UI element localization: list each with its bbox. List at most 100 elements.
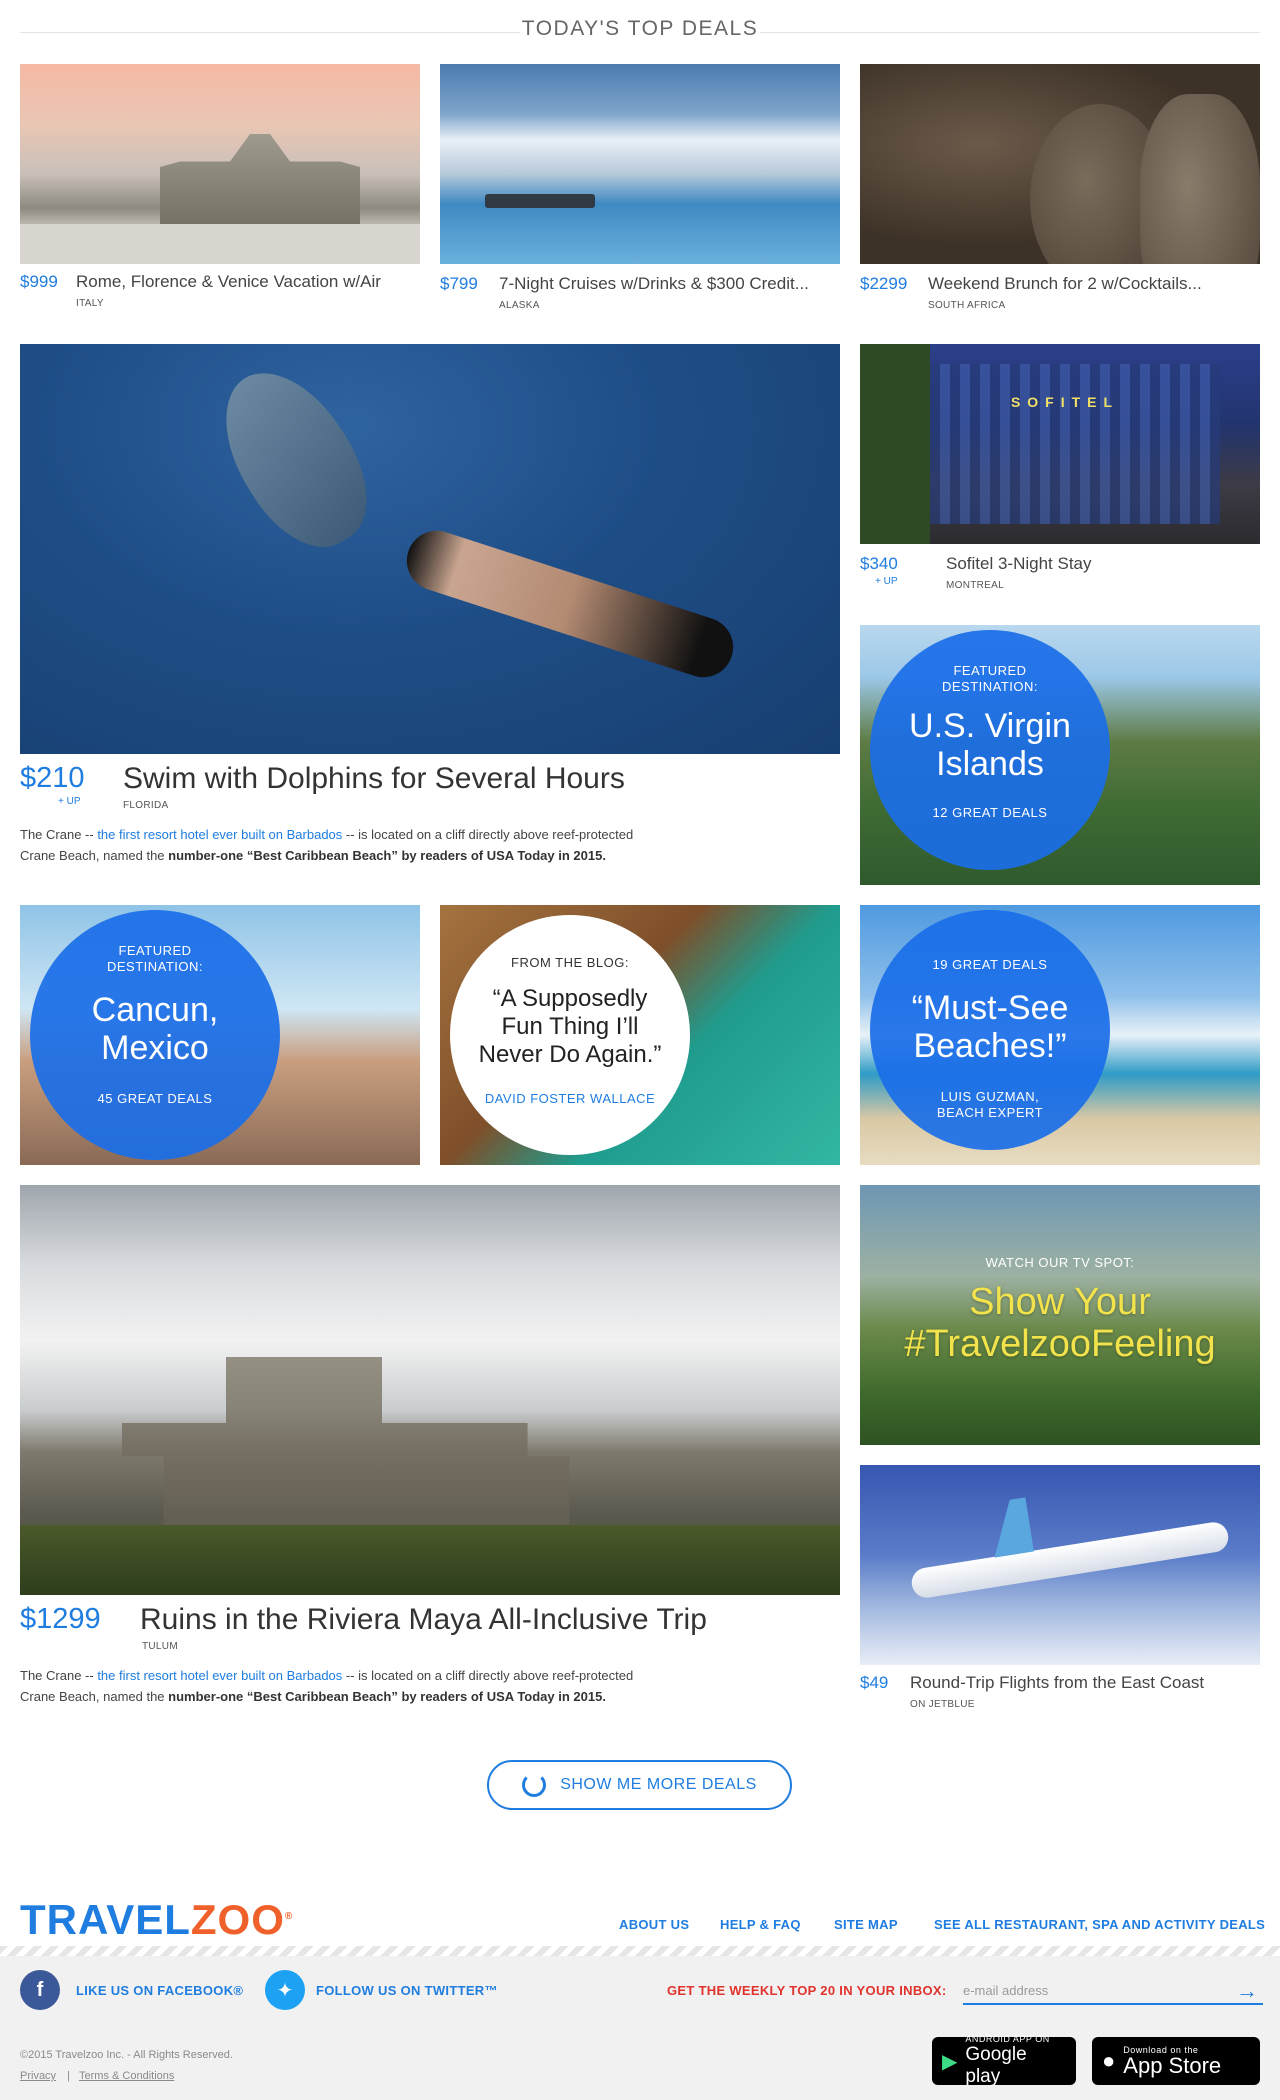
deal-card-ruins[interactable]: $1299 Ruins in the Riviera Maya All-Incl… — [20, 1185, 840, 1715]
blog-label: FROM THE BLOG: — [511, 955, 629, 970]
deal-card-brunch[interactable]: $2299 Weekend Brunch for 2 w/Cocktails..… — [860, 64, 1260, 314]
section-heading: TODAY'S TOP DEALS — [20, 12, 1260, 52]
featured-label: FEATURED — [118, 943, 192, 958]
deal-image-jetblue[interactable] — [860, 1465, 1260, 1665]
beaches-title: Beaches!” — [913, 1027, 1067, 1065]
deal-location: ITALY — [76, 298, 104, 309]
deal-price-suffix: + UP — [875, 576, 898, 587]
submit-arrow-icon[interactable]: → — [1236, 1978, 1258, 2004]
deal-location: FLORIDA — [123, 800, 169, 811]
beaches-feature[interactable]: 19 GREAT DEALS “Must-See Beaches!” LUIS … — [860, 905, 1260, 1165]
blog-author[interactable]: DAVID FOSTER WALLACE — [450, 1091, 690, 1106]
deal-title[interactable]: Rome, Florence & Venice Vacation w/Air — [76, 272, 381, 292]
featured-name: Cancun, — [91, 991, 219, 1029]
deal-price: $210 — [20, 762, 85, 794]
tv-label: WATCH OUR TV SPOT: — [985, 1255, 1135, 1270]
deal-location: ON JETBLUE — [910, 1699, 975, 1710]
footer-link-about[interactable]: ABOUT US — [619, 1917, 689, 1932]
deal-price: $340 — [860, 554, 898, 573]
google-play-badge[interactable]: ▶ ANDROID APP ON Google play — [932, 2034, 1076, 2087]
twitter-icon[interactable]: ✦ — [265, 1970, 305, 2010]
deal-location: MONTREAL — [946, 580, 1004, 591]
blog-feature[interactable]: FROM THE BLOG: “A Supposedly Fun Thing I… — [440, 905, 840, 1165]
deal-card-alaska[interactable]: $799 7-Night Cruises w/Drinks & $300 Cre… — [440, 64, 840, 314]
copyright-text: ©2015 Travelzoo Inc. - All Rights Reserv… — [20, 2049, 233, 2061]
deal-image-dolphins[interactable] — [20, 344, 840, 754]
desc-link[interactable]: the first resort hotel ever built on Bar… — [97, 827, 342, 842]
deal-card-jetblue[interactable]: $49 Round-Trip Flights from the East Coa… — [860, 1465, 1260, 1725]
desc-text: -- is located on a cliff directly above … — [342, 827, 634, 842]
facebook-icon[interactable]: f — [20, 1970, 60, 2010]
tv-spot-feature[interactable]: WATCH OUR TV SPOT: Show Your #TravelzooF… — [860, 1185, 1260, 1445]
desc-text: -- is located on a cliff directly above … — [342, 1668, 634, 1683]
featured-destination-virgin-islands[interactable]: FEATURED DESTINATION: U.S. Virgin Island… — [860, 625, 1260, 885]
footer-link-all-deals[interactable]: SEE ALL RESTAURANT, SPA AND ACTIVITY DEA… — [934, 1917, 1265, 1932]
twitter-link[interactable]: FOLLOW US ON TWITTER™ — [316, 1983, 498, 1998]
blog-quote: Never Do Again.” — [478, 1041, 662, 1068]
logo-zoo: ZOO — [190, 1896, 285, 1943]
deal-title[interactable]: Weekend Brunch for 2 w/Cocktails... — [928, 274, 1202, 294]
logo-registered-mark: ® — [284, 1911, 294, 1922]
google-play-icon: ▶ — [942, 2050, 958, 2073]
show-more-deals-button[interactable]: SHOW ME MORE DEALS — [487, 1760, 792, 1810]
travelzoo-logo[interactable]: TRAVELZOO® — [20, 1896, 293, 1944]
desc-text: Crane Beach, named the — [20, 848, 169, 863]
deal-title[interactable]: Swim with Dolphins for Several Hours — [123, 762, 625, 796]
facebook-link[interactable]: LIKE US ON FACEBOOK® — [76, 1983, 243, 1998]
page-title: TODAY'S TOP DEALS — [521, 17, 759, 40]
deal-image-sofitel[interactable]: SOFITEL — [860, 344, 1260, 544]
deal-title[interactable]: 7-Night Cruises w/Drinks & $300 Credit..… — [499, 274, 809, 294]
featured-label: DESTINATION: — [106, 959, 204, 974]
legal-separator: | — [67, 2070, 70, 2082]
deal-image-ruins[interactable] — [20, 1185, 840, 1595]
refresh-icon — [522, 1773, 547, 1797]
blog-circle: FROM THE BLOG: “A Supposedly Fun Thing I… — [450, 915, 690, 1155]
featured-label: FEATURED — [953, 663, 1027, 678]
beaches-circle: 19 GREAT DEALS “Must-See Beaches!” LUIS … — [870, 910, 1110, 1150]
footer-link-sitemap[interactable]: SITE MAP — [834, 1917, 898, 1932]
google-badge-big: Google play — [965, 2044, 1027, 2087]
tv-title: Show Your — [969, 1281, 1151, 1323]
featured-destination-cancun[interactable]: FEATURED DESTINATION: Cancun, Mexico 45 … — [20, 905, 420, 1165]
email-field[interactable] — [963, 1977, 1263, 2005]
terms-link[interactable]: Terms & Conditions — [79, 2070, 174, 2082]
featured-name: Islands — [936, 745, 1044, 783]
beaches-title: “Must-See — [911, 989, 1069, 1027]
beaches-count: 19 GREAT DEALS — [932, 957, 1048, 972]
hotel-sign: SOFITEL — [1010, 394, 1120, 410]
deal-title[interactable]: Round-Trip Flights from the East Coast — [910, 1673, 1204, 1693]
deal-title[interactable]: Sofitel 3-Night Stay — [946, 554, 1092, 574]
deal-card-rome[interactable]: $999 Rome, Florence & Venice Vacation w/… — [20, 64, 420, 314]
deal-description: The Crane -- the first resort hotel ever… — [20, 1665, 780, 1707]
featured-count: 45 GREAT DEALS — [97, 1091, 213, 1106]
beaches-author: LUIS GUZMAN, — [940, 1089, 1040, 1104]
desc-text: Crane Beach, named the — [20, 1689, 169, 1704]
featured-circle: FEATURED DESTINATION: U.S. Virgin Island… — [870, 630, 1110, 870]
divider — [760, 32, 1260, 33]
apple-badge-big: App Store — [1123, 2053, 1222, 2078]
diver-shape — [399, 522, 741, 686]
deal-price: $2299 — [860, 274, 908, 293]
google-badge-small: ANDROID APP ON — [965, 2034, 1050, 2044]
logo-travel: TRAVEL — [20, 1896, 191, 1943]
plane-tail-shape — [986, 1497, 1034, 1558]
featured-name: Mexico — [101, 1029, 209, 1067]
deal-title[interactable]: Ruins in the Riviera Maya All-Inclusive … — [140, 1603, 707, 1637]
deal-description: The Crane -- the first resort hotel ever… — [20, 824, 780, 866]
footer-link-help[interactable]: HELP & FAQ — [720, 1917, 801, 1932]
deal-card-dolphins[interactable]: $210 + UP Swim with Dolphins for Several… — [20, 344, 840, 874]
deal-location: TULUM — [142, 1641, 178, 1652]
featured-count: 12 GREAT DEALS — [932, 805, 1048, 820]
deal-price: $999 — [20, 272, 58, 291]
privacy-link[interactable]: Privacy — [20, 2070, 56, 2082]
deal-image-alaska[interactable] — [440, 64, 840, 264]
deal-card-sofitel[interactable]: SOFITEL $340 + UP Sofitel 3-Night Stay M… — [860, 344, 1260, 604]
deal-image-rome[interactable] — [20, 64, 420, 264]
deal-price: $49 — [860, 1673, 889, 1692]
deal-image-elephants[interactable] — [860, 64, 1260, 264]
app-store-badge[interactable]: ● Download on the App Store — [1092, 2037, 1260, 2085]
beaches-author: BEACH EXPERT — [936, 1105, 1044, 1120]
desc-link[interactable]: the first resort hotel ever built on Bar… — [97, 1668, 342, 1683]
desc-text: The Crane -- — [20, 827, 98, 842]
apple-icon: ● — [1102, 2048, 1116, 2073]
